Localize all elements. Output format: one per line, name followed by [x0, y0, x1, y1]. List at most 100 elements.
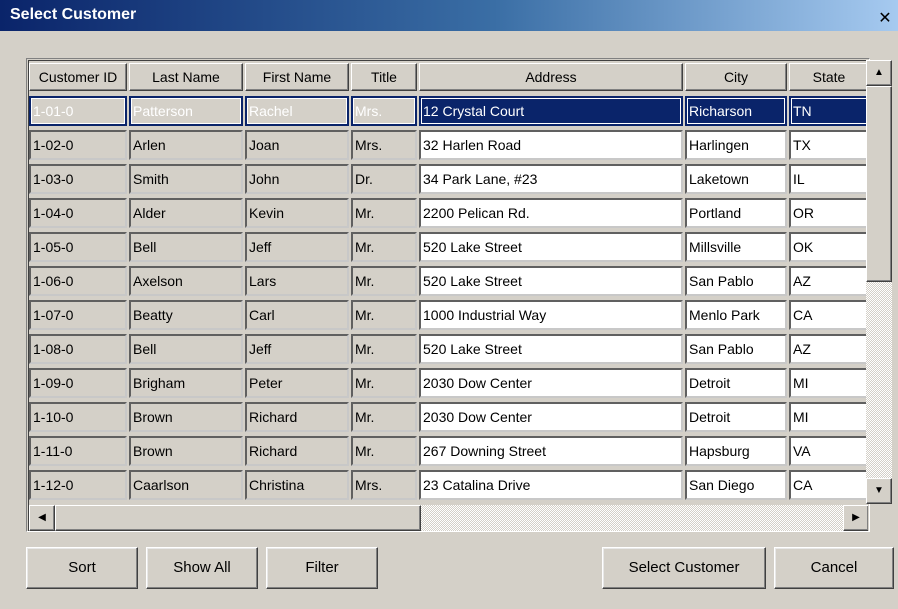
arrow-right-icon[interactable]: ▶	[843, 505, 868, 531]
cell-first-name[interactable]: Peter	[245, 368, 349, 398]
cell-city[interactable]: Detroit	[685, 368, 787, 398]
cell-customer-id[interactable]: 1-07-0	[29, 300, 127, 330]
cell-last-name[interactable]: Brown	[129, 436, 243, 466]
cell-city[interactable]: Harlingen	[685, 130, 787, 160]
cell-city[interactable]: Richarson	[685, 96, 787, 126]
cell-customer-id[interactable]: 1-09-0	[29, 368, 127, 398]
cell-last-name[interactable]: Beatty	[129, 300, 243, 330]
cell-customer-id[interactable]: 1-01-0	[29, 96, 127, 126]
cell-address[interactable]: 520 Lake Street	[419, 266, 683, 296]
cell-title[interactable]: Mr.	[351, 198, 417, 228]
cell-first-name[interactable]: Joan	[245, 130, 349, 160]
column-header-city[interactable]: City	[685, 63, 787, 91]
cell-customer-id[interactable]: 1-03-0	[29, 164, 127, 194]
cell-first-name[interactable]: John	[245, 164, 349, 194]
arrow-up-icon[interactable]: ▲	[866, 60, 892, 86]
cell-last-name[interactable]: Patterson	[129, 96, 243, 126]
cell-first-name[interactable]: Richard	[245, 402, 349, 432]
cell-city[interactable]: Hapsburg	[685, 436, 787, 466]
table-row[interactable]: 1-10-0 Brown Richard Mr. 2030 Dow Center Detr…	[29, 400, 868, 434]
cell-first-name[interactable]: Richard	[245, 436, 349, 466]
column-header-title[interactable]: Title	[351, 63, 417, 91]
cell-first-name[interactable]: Jeff	[245, 232, 349, 262]
cell-city[interactable]: San Pablo	[685, 334, 787, 364]
cell-last-name[interactable]: Axelson	[129, 266, 243, 296]
cell-state[interactable]: TX	[789, 130, 868, 160]
cell-last-name[interactable]: Brown	[129, 402, 243, 432]
cell-title[interactable]: Mr.	[351, 402, 417, 432]
cancel-button[interactable]: Cancel	[774, 547, 894, 589]
filter-button[interactable]: Filter	[266, 547, 378, 589]
cell-customer-id[interactable]: 1-10-0	[29, 402, 127, 432]
cell-state[interactable]: VA	[789, 436, 868, 466]
cell-address[interactable]: 1000 Industrial Way	[419, 300, 683, 330]
cell-city[interactable]: Detroit	[685, 402, 787, 432]
cell-title[interactable]: Mrs.	[351, 470, 417, 500]
cell-customer-id[interactable]: 1-06-0	[29, 266, 127, 296]
cell-title[interactable]: Mr.	[351, 334, 417, 364]
cell-title[interactable]: Mrs.	[351, 130, 417, 160]
cell-last-name[interactable]: Brigham	[129, 368, 243, 398]
cell-customer-id[interactable]: 1-02-0	[29, 130, 127, 160]
cell-customer-id[interactable]: 1-12-0	[29, 470, 127, 500]
cell-last-name[interactable]: Bell	[129, 334, 243, 364]
table-row[interactable]: 1-02-0 Arlen Joan Mrs. 32 Harlen Road Harling…	[29, 128, 868, 162]
cell-title[interactable]: Dr.	[351, 164, 417, 194]
cell-first-name[interactable]: Lars	[245, 266, 349, 296]
cell-city[interactable]: Menlo Park	[685, 300, 787, 330]
table-row[interactable]: 1-03-0 Smith John Dr. 34 Park Lane, #23 Laket…	[29, 162, 868, 196]
cell-first-name[interactable]: Kevin	[245, 198, 349, 228]
cell-state[interactable]: AZ	[789, 334, 868, 364]
cell-customer-id[interactable]: 1-11-0	[29, 436, 127, 466]
arrow-left-icon[interactable]: ◀	[29, 505, 55, 531]
cell-first-name[interactable]: Jeff	[245, 334, 349, 364]
vertical-scroll-thumb[interactable]	[866, 86, 892, 282]
table-row[interactable]: 1-01-0 Patterson Rachel Mrs. 12 Crystal Cour…	[29, 94, 868, 128]
cell-state[interactable]: MI	[789, 402, 868, 432]
cell-title[interactable]: Mrs.	[351, 96, 417, 126]
cell-state[interactable]: CA	[789, 470, 868, 500]
cell-state[interactable]: OR	[789, 198, 868, 228]
cell-address[interactable]: 34 Park Lane, #23	[419, 164, 683, 194]
cell-city[interactable]: Portland	[685, 198, 787, 228]
column-header-address[interactable]: Address	[419, 63, 683, 91]
cell-title[interactable]: Mr.	[351, 300, 417, 330]
cell-address[interactable]: 520 Lake Street	[419, 334, 683, 364]
cell-state[interactable]: TN	[789, 96, 868, 126]
cell-state[interactable]: CA	[789, 300, 868, 330]
table-row[interactable]: 1-07-0 Beatty Carl Mr. 1000 Industrial Way Me…	[29, 298, 868, 332]
table-row[interactable]: 1-05-0 Bell Jeff Mr. 520 Lake Street Millsvil…	[29, 230, 868, 264]
arrow-down-icon[interactable]: ▼	[866, 478, 892, 504]
table-row[interactable]: 1-12-0 Caarlson Christina Mrs. 23 Catalina D…	[29, 468, 868, 502]
table-row[interactable]: 1-08-0 Bell Jeff Mr. 520 Lake Street San Pabl…	[29, 332, 868, 366]
cell-state[interactable]: AZ	[789, 266, 868, 296]
vertical-scrollbar[interactable]: ▲ ▼	[866, 60, 892, 504]
table-row[interactable]: 1-06-0 Axelson Lars Mr. 520 Lake Street San P…	[29, 264, 868, 298]
cell-last-name[interactable]: Caarlson	[129, 470, 243, 500]
column-header-first-name[interactable]: First Name	[245, 63, 349, 91]
cell-last-name[interactable]: Arlen	[129, 130, 243, 160]
cell-city[interactable]: San Diego	[685, 470, 787, 500]
cell-first-name[interactable]: Christina	[245, 470, 349, 500]
cell-address[interactable]: 2030 Dow Center	[419, 368, 683, 398]
sort-button[interactable]: Sort	[26, 547, 138, 589]
cell-address[interactable]: 267 Downing Street	[419, 436, 683, 466]
cell-address[interactable]: 520 Lake Street	[419, 232, 683, 262]
cell-customer-id[interactable]: 1-04-0	[29, 198, 127, 228]
cell-address[interactable]: 2200 Pelican Rd.	[419, 198, 683, 228]
show-all-button[interactable]: Show All	[146, 547, 258, 589]
column-header-last-name[interactable]: Last Name	[129, 63, 243, 91]
cell-last-name[interactable]: Bell	[129, 232, 243, 262]
close-icon[interactable]: ✕	[876, 10, 894, 28]
cell-last-name[interactable]: Smith	[129, 164, 243, 194]
table-row[interactable]: 1-11-0 Brown Richard Mr. 267 Downing Street H…	[29, 434, 868, 468]
cell-city[interactable]: San Pablo	[685, 266, 787, 296]
cell-customer-id[interactable]: 1-08-0	[29, 334, 127, 364]
cell-city[interactable]: Laketown	[685, 164, 787, 194]
column-header-customer-id[interactable]: Customer ID	[29, 63, 127, 91]
cell-address[interactable]: 12 Crystal Court	[419, 96, 683, 126]
cell-address[interactable]: 2030 Dow Center	[419, 402, 683, 432]
cell-title[interactable]: Mr.	[351, 368, 417, 398]
cell-state[interactable]: IL	[789, 164, 868, 194]
column-header-state[interactable]: State	[789, 63, 868, 91]
